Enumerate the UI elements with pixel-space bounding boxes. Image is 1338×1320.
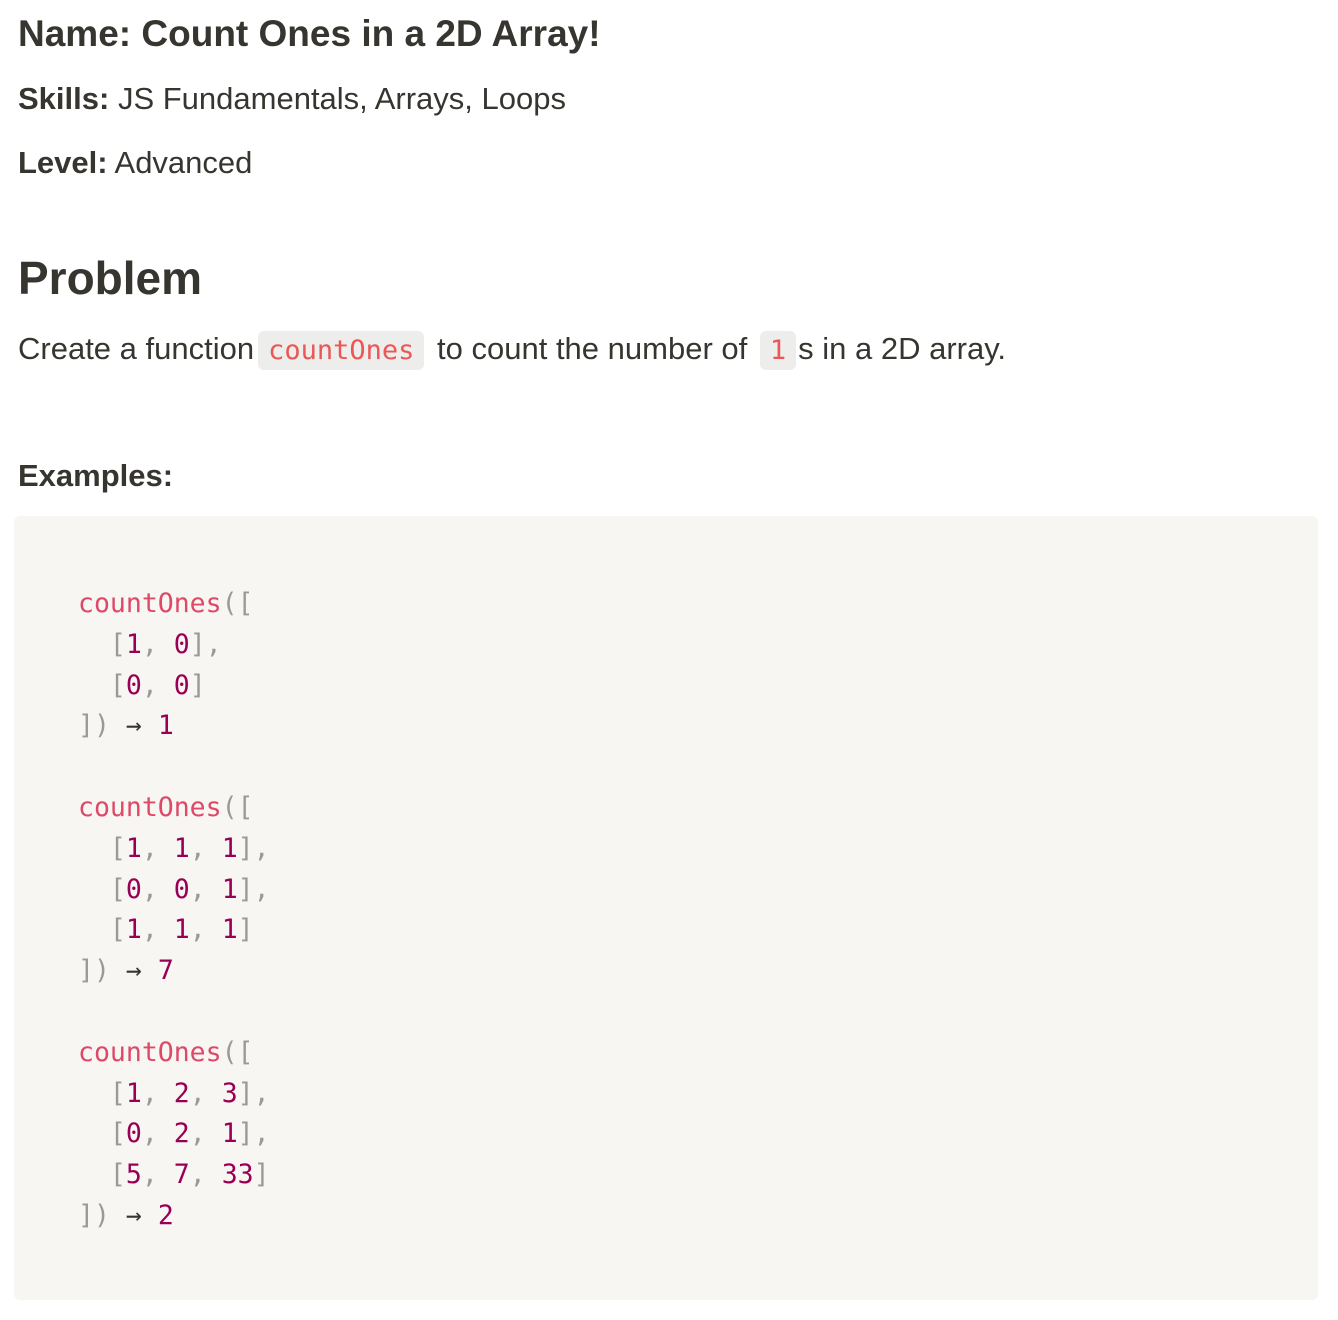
example-result: 1 [157,710,174,742]
example-value: 0 [125,669,142,701]
problem-text-after: s in a 2D array. [798,331,1007,366]
problem-heading: Problem [18,252,203,304]
examples-code: countOnes([ [1, 0], [0, 0] ]) → 1 countO… [78,588,270,1231]
example-value: 1 [221,873,238,905]
example-value: 1 [221,832,238,864]
example-value: 1 [221,1118,238,1150]
example-value: 0 [173,669,190,701]
example-value: 1 [125,628,142,660]
example-result: 7 [157,955,174,987]
example-value: 0 [173,628,190,660]
example-value: 0 [125,873,142,905]
problem-text-before: Create a function [18,331,255,366]
name-label: Name: [18,13,132,54]
example-result: 2 [157,1199,174,1231]
level-value: Advanced [114,145,253,180]
level-label: Level: [18,145,108,180]
example-value: 0 [125,1118,142,1150]
problem-description: Create a function countOnes to count the … [18,328,1006,372]
example-function-name: countOnes [78,1036,222,1068]
problem-text-middle: to count the number of [437,331,748,366]
example-value: 2 [173,1077,190,1109]
example-value: 1 [221,914,238,946]
arrow-icon: → [125,1199,142,1231]
examples-code-block: countOnes([ [1, 0], [0, 0] ]) → 1 countO… [14,516,1318,1300]
arrow-icon: → [125,710,142,742]
function-name-code: countOnes [258,331,425,370]
skills-value: JS Fundamentals, Arrays, Loops [117,81,566,116]
example-value: 1 [173,832,190,864]
example-value: 5 [125,1159,142,1191]
example-value: 33 [221,1159,254,1191]
example-value: 7 [173,1159,190,1191]
example-value: 1 [125,914,142,946]
example-value: 0 [173,873,190,905]
example-value: 1 [125,832,142,864]
example-value: 1 [125,1077,142,1109]
arrow-icon: → [125,955,142,987]
examples-heading: Examples: [18,458,174,493]
example-function-name: countOnes [78,791,222,823]
one-code: 1 [759,331,797,370]
example-value: 2 [173,1118,190,1150]
name-value: Count Ones in a 2D Array! [141,13,601,54]
page-title: Name: Count Ones in a 2D Array! [18,10,601,58]
skills-label: Skills: [18,81,110,116]
example-value: 3 [221,1077,238,1109]
example-value: 1 [173,914,190,946]
example-function-name: countOnes [78,588,222,619]
level-line: Level: Advanced [18,143,252,183]
skills-line: Skills: JS Fundamentals, Arrays, Loops [18,79,566,119]
